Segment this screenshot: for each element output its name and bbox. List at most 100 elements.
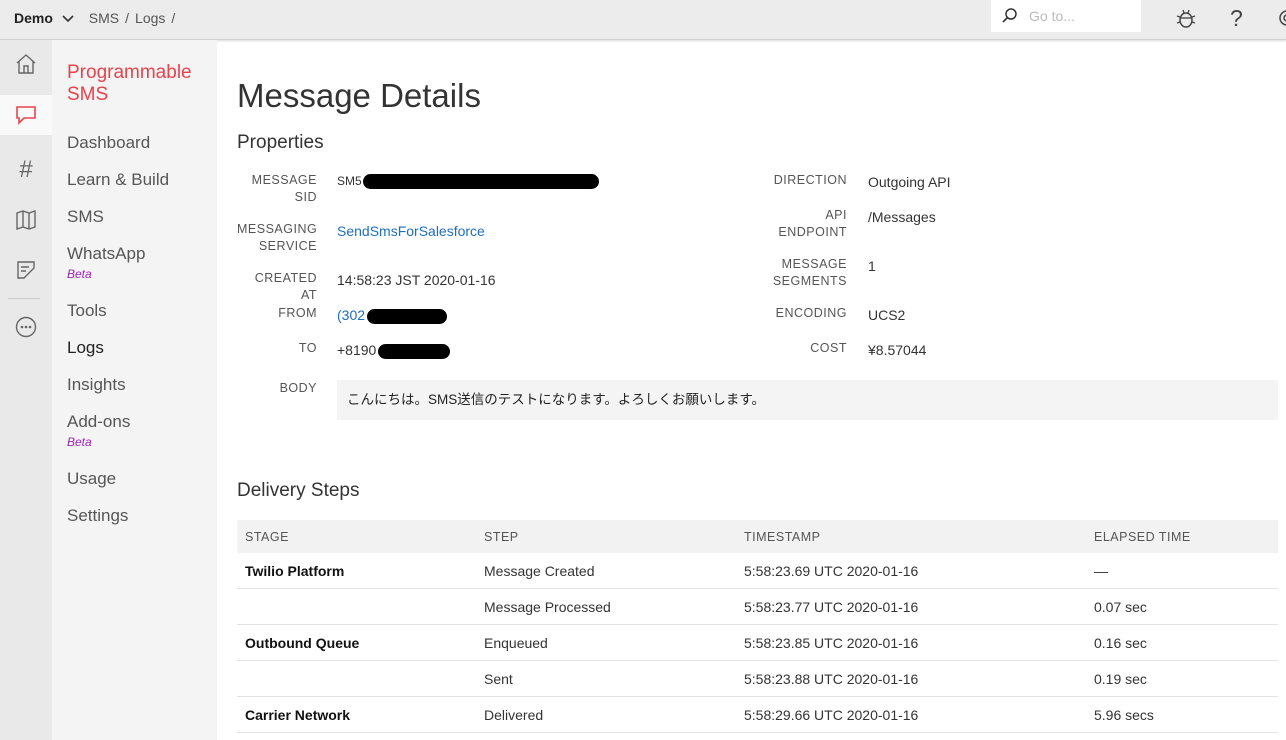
breadcrumb-separator: / [171, 10, 176, 26]
message-segments-label: MESSAGE SEGMENTS [772, 257, 847, 288]
api-endpoint-label: API ENDPOINT [778, 208, 847, 239]
sidebar-item-tools[interactable]: Tools [67, 301, 107, 321]
timestamp-cell: 5:58:23.69 UTC 2020-01-16 [736, 553, 1086, 589]
product-title: Programmable SMS [67, 62, 192, 105]
stage-cell: Twilio Platform [237, 553, 476, 589]
step-cell: Message Processed [476, 588, 736, 625]
debugger-icon [1176, 9, 1196, 28]
rail-numbers[interactable]: # [0, 150, 52, 190]
sidebar-item-dashboard[interactable]: Dashboard [67, 133, 150, 153]
messaging-service-label: MESSAGING SERVICE [237, 222, 318, 253]
step-cell: Enqueued [476, 624, 736, 661]
rail-more[interactable] [0, 307, 52, 347]
main-content: Message Details Properties MESSAGE SID S… [217, 40, 1286, 740]
cost-label: COST [810, 341, 847, 355]
from-text: (302 [337, 307, 366, 323]
search-icon [1002, 8, 1017, 23]
breadcrumb: Demo SMS / Logs / [14, 10, 181, 26]
stage-cell: Outbound Queue [237, 624, 476, 661]
help-button[interactable]: ? [1230, 5, 1243, 32]
message-body: こんにちは。SMS送信のテストになります。よろしくお願いします。 [337, 380, 1278, 420]
top-bar: Demo SMS / Logs / ? [0, 0, 1286, 40]
rail-divider [8, 298, 40, 299]
settings-button[interactable] [1276, 6, 1286, 36]
elapsed-cell: 0.07 sec [1086, 588, 1278, 625]
settings-icon [1279, 10, 1286, 26]
message-sid-label: MESSAGE SID [251, 173, 317, 204]
direction-value: Outgoing API [868, 174, 951, 190]
message-sid-text: SM5 [337, 174, 362, 188]
message-sid-value: SM5 [337, 174, 599, 190]
table-header-row: STAGE STEP TIMESTAMP ELAPSED TIME [237, 520, 1278, 553]
cost-value: ¥8.57044 [868, 342, 927, 358]
timestamp-cell: 5:58:23.88 UTC 2020-01-16 [736, 660, 1086, 697]
timestamp-cell: 5:58:23.77 UTC 2020-01-16 [736, 588, 1086, 625]
sidebar-item-logs[interactable]: Logs [67, 338, 104, 358]
sidebar-item-learn-build[interactable]: Learn & Build [67, 170, 169, 190]
elapsed-cell: — [1086, 553, 1278, 589]
notes-icon [17, 261, 35, 279]
table-row: Message Processed 5:58:23.77 UTC 2020-01… [237, 588, 1278, 625]
step-cell: Message Created [476, 553, 736, 589]
goto-input[interactable] [1027, 7, 1141, 25]
to-label: TO [298, 341, 317, 355]
more-icon [15, 316, 37, 338]
messaging-service-link[interactable]: SendSmsForSalesforce [337, 223, 485, 239]
home-icon [16, 54, 36, 74]
from-label: FROM [278, 306, 317, 320]
delivery-steps-title: Delivery Steps [237, 480, 360, 501]
to-text: +8190 [337, 342, 377, 358]
sidebar-item-sms[interactable]: SMS [67, 207, 104, 227]
timestamp-cell: 5:58:23.85 UTC 2020-01-16 [736, 624, 1086, 661]
message-segments-value: 1 [868, 258, 876, 274]
sidebar-item-usage[interactable]: Usage [67, 469, 116, 489]
created-at-label: CREATED AT [254, 271, 317, 302]
help-icon: ? [1230, 5, 1243, 31]
redaction-mark [362, 174, 599, 190]
beta-badge: Beta [67, 435, 92, 449]
rail-sms[interactable] [0, 95, 52, 135]
redaction-mark [378, 343, 451, 359]
properties-title: Properties [237, 132, 324, 153]
sidebar-item-whatsapp[interactable]: WhatsApp [67, 244, 145, 264]
redaction-mark [367, 308, 448, 324]
encoding-value: UCS2 [868, 307, 906, 323]
body-label: BODY [279, 381, 317, 395]
debugger-button[interactable] [1175, 6, 1197, 36]
map-icon [16, 210, 36, 230]
column-header-elapsed-time: ELAPSED TIME [1086, 520, 1278, 553]
column-header-step: STEP [476, 520, 736, 553]
to-value: +8190 [337, 342, 451, 359]
elapsed-cell: 0.19 sec [1086, 660, 1278, 697]
icon-rail: # [0, 40, 52, 740]
sidebar-item-add-ons[interactable]: Add-ons [67, 412, 130, 432]
rail-notes[interactable] [0, 250, 52, 290]
direction-label: DIRECTION [773, 173, 847, 187]
breadcrumb-separator: / [125, 10, 130, 26]
page-title: Message Details [237, 77, 481, 114]
account-switcher[interactable]: Demo [14, 10, 75, 26]
breadcrumb-sms[interactable]: SMS [89, 10, 119, 26]
step-cell: Delivered [476, 696, 736, 733]
account-name: Demo [14, 10, 53, 26]
sidebar: Programmable SMS Dashboard Learn & Build… [52, 40, 217, 740]
beta-badge: Beta [67, 267, 92, 281]
table-row: Twilio Platform Message Created 5:58:23.… [237, 553, 1278, 589]
rail-map[interactable] [0, 200, 52, 240]
hash-icon: # [19, 156, 33, 183]
step-cell: Sent [476, 660, 736, 697]
table-row: Sent 5:58:23.88 UTC 2020-01-16 0.19 sec [237, 660, 1278, 697]
timestamp-cell: 5:58:29.66 UTC 2020-01-16 [736, 696, 1086, 733]
column-header-stage: STAGE [237, 520, 476, 553]
sidebar-item-insights[interactable]: Insights [67, 375, 126, 395]
stage-cell: Carrier Network [237, 696, 476, 733]
rail-home[interactable] [0, 44, 52, 84]
stage-cell [237, 588, 476, 625]
breadcrumb-logs[interactable]: Logs [135, 10, 165, 26]
from-link[interactable]: (302 [337, 307, 448, 324]
sidebar-item-settings[interactable]: Settings [67, 506, 128, 526]
chevron-down-icon [62, 15, 74, 23]
table-row: Carrier Network Delivered 5:58:29.66 UTC… [237, 696, 1278, 733]
goto-search[interactable] [991, 0, 1141, 32]
api-endpoint-value: /Messages [868, 209, 936, 225]
